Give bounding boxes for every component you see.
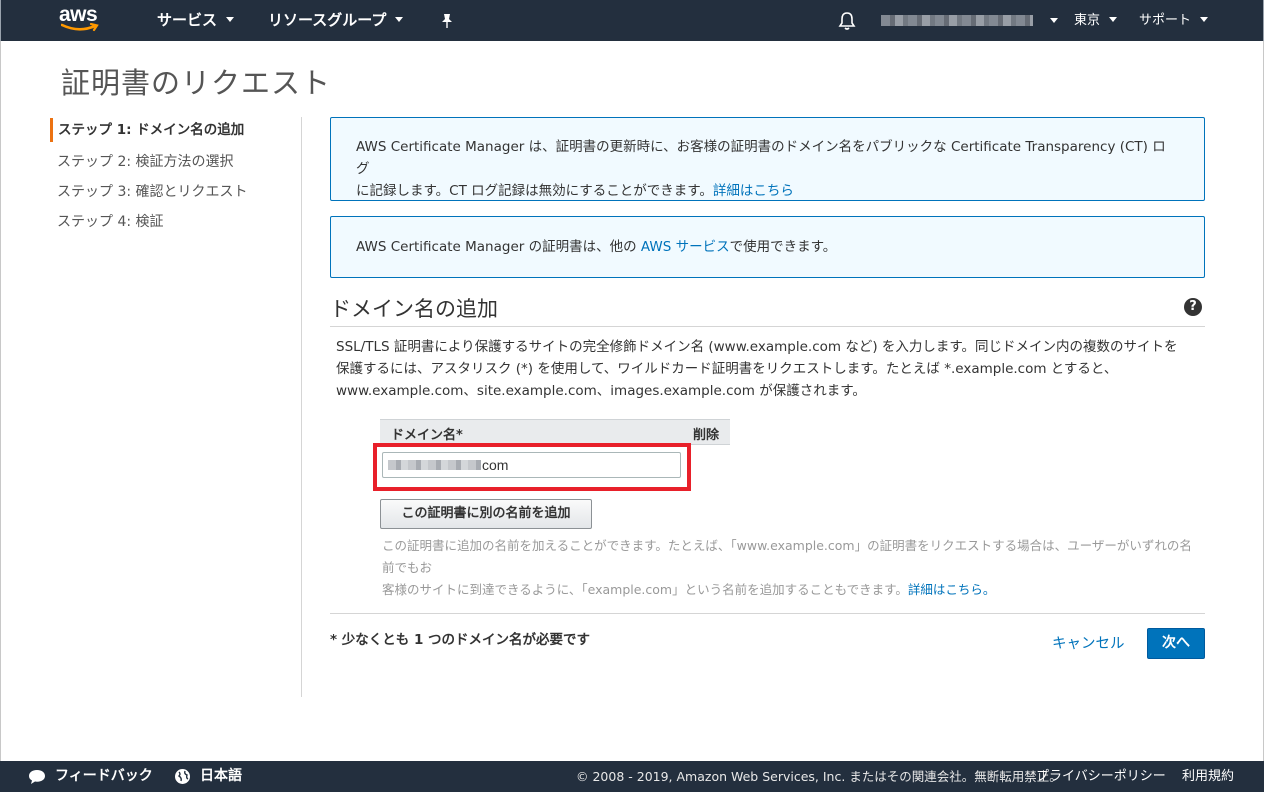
support-menu[interactable]: サポート xyxy=(1139,0,1209,41)
aws-logo[interactable]: aws xyxy=(59,3,105,34)
step-1-domain-names[interactable]: ステップ 1: ドメイン名の追加 xyxy=(50,118,300,142)
services-label: サービス xyxy=(157,11,218,29)
section-title: ドメイン名の追加 xyxy=(330,297,498,321)
learn-more-link[interactable]: 詳細はこちら。 xyxy=(908,582,996,597)
add-another-name-button[interactable]: この証明書に別の名前を追加 xyxy=(380,499,592,529)
pin-icon[interactable] xyxy=(440,13,454,29)
step-4-validation[interactable]: ステップ 4: 検証 xyxy=(50,208,300,238)
feedback-link[interactable]: フィードバック xyxy=(55,761,153,792)
chevron-down-icon xyxy=(1200,17,1209,22)
page-title: 証明書のリクエスト xyxy=(61,66,332,100)
footer: フィードバック 日本語 © 2008 - 2019, Amazon Web Se… xyxy=(0,761,1264,792)
top-nav: aws サービス リソースグループ 東京 サポート xyxy=(0,0,1264,41)
account-name-redacted[interactable] xyxy=(881,15,1033,26)
wizard-steps: ステップ 1: ドメイン名の追加 ステップ 2: 検証方法の選択 ステップ 3:… xyxy=(50,118,300,238)
sidebar-divider xyxy=(301,117,302,697)
step-2-validation[interactable]: ステップ 2: 検証方法の選択 xyxy=(50,148,300,178)
bell-icon[interactable] xyxy=(838,11,856,31)
aws-smile-icon xyxy=(61,23,99,32)
help-icon[interactable]: ? xyxy=(1184,298,1202,316)
hint-text: 客様のサイトに到達できるように、「example.com」という名前を追加するこ… xyxy=(382,582,908,597)
required-note: * 少なくとも 1 つのドメイン名が必要です xyxy=(330,632,591,648)
info-text-line: に記録します。CT ログ記録は無効にすることができます。詳細はこちら xyxy=(356,180,1178,202)
column-delete: 削除 xyxy=(692,428,719,443)
speech-bubble-icon xyxy=(29,770,45,784)
chevron-down-icon xyxy=(226,17,235,22)
info-text: に記録します。CT ログ記録は無効にすることができます。 xyxy=(356,183,713,199)
chevron-down-icon xyxy=(1109,17,1118,22)
step-3-review[interactable]: ステップ 3: 確認とリクエスト xyxy=(50,178,300,208)
info-text-line: AWS Certificate Manager は、証明書の更新時に、お客様の証… xyxy=(356,139,1166,177)
resource-groups-label: リソースグループ xyxy=(268,11,387,29)
terms-link[interactable]: 利用規約 xyxy=(1182,761,1234,792)
aws-services-link[interactable]: AWS サービス xyxy=(641,239,730,255)
info-text: AWS Certificate Manager の証明書は、他の xyxy=(356,239,641,255)
language-selector[interactable]: 日本語 xyxy=(200,761,242,792)
services-menu[interactable]: サービス xyxy=(157,0,235,41)
next-button[interactable]: 次へ xyxy=(1147,628,1205,659)
hint-line: 客様のサイトに到達できるように、「example.com」という名前を追加するこ… xyxy=(382,579,1204,601)
divider xyxy=(330,326,1205,327)
aws-services-info-box: AWS Certificate Manager の証明書は、他の AWS サービ… xyxy=(330,216,1205,278)
domain-table-header: ドメイン名* 削除 xyxy=(380,419,730,445)
chevron-down-icon xyxy=(395,17,404,22)
column-domain-name: ドメイン名* xyxy=(391,428,463,443)
privacy-policy-link[interactable]: プライバシーポリシー xyxy=(1036,761,1166,792)
description-line: 保護するには、アスタリスク (*) を使用して、ワイルドカード証明書をリクエスト… xyxy=(336,361,1118,377)
frame-border xyxy=(0,41,1,761)
hint-line: この証明書に追加の名前を加えることができます。たとえば、「www.example… xyxy=(382,538,1192,575)
ct-logging-info-box: AWS Certificate Manager は、証明書の更新時に、お客様の証… xyxy=(330,117,1205,201)
section-description: SSL/TLS 証明書により保護するサイトの完全修飾ドメイン名 (www.exa… xyxy=(336,336,1198,402)
resource-groups-menu[interactable]: リソースグループ xyxy=(268,0,404,41)
description-line: www.example.com、site.example.com、images.… xyxy=(336,383,866,399)
cancel-button[interactable]: キャンセル xyxy=(1052,632,1125,653)
learn-more-link[interactable]: 詳細はこちら xyxy=(713,183,794,199)
add-name-hint: この証明書に追加の名前を加えることができます。たとえば、「www.example… xyxy=(382,535,1204,601)
description-line: SSL/TLS 証明書により保護するサイトの完全修飾ドメイン名 (www.exa… xyxy=(336,339,1178,355)
divider xyxy=(330,613,1205,614)
domain-redacted xyxy=(388,460,481,470)
region-label: 東京 xyxy=(1074,13,1101,28)
region-menu[interactable]: 東京 xyxy=(1074,0,1118,41)
chevron-down-icon[interactable] xyxy=(1050,18,1058,23)
copyright-text: © 2008 - 2019, Amazon Web Services, Inc.… xyxy=(576,769,1062,784)
globe-icon xyxy=(175,769,190,784)
domain-value: com xyxy=(482,457,509,473)
support-label: サポート xyxy=(1139,13,1192,28)
domain-name-input[interactable]: com xyxy=(382,452,681,478)
info-text: で使用できます。 xyxy=(729,239,837,255)
